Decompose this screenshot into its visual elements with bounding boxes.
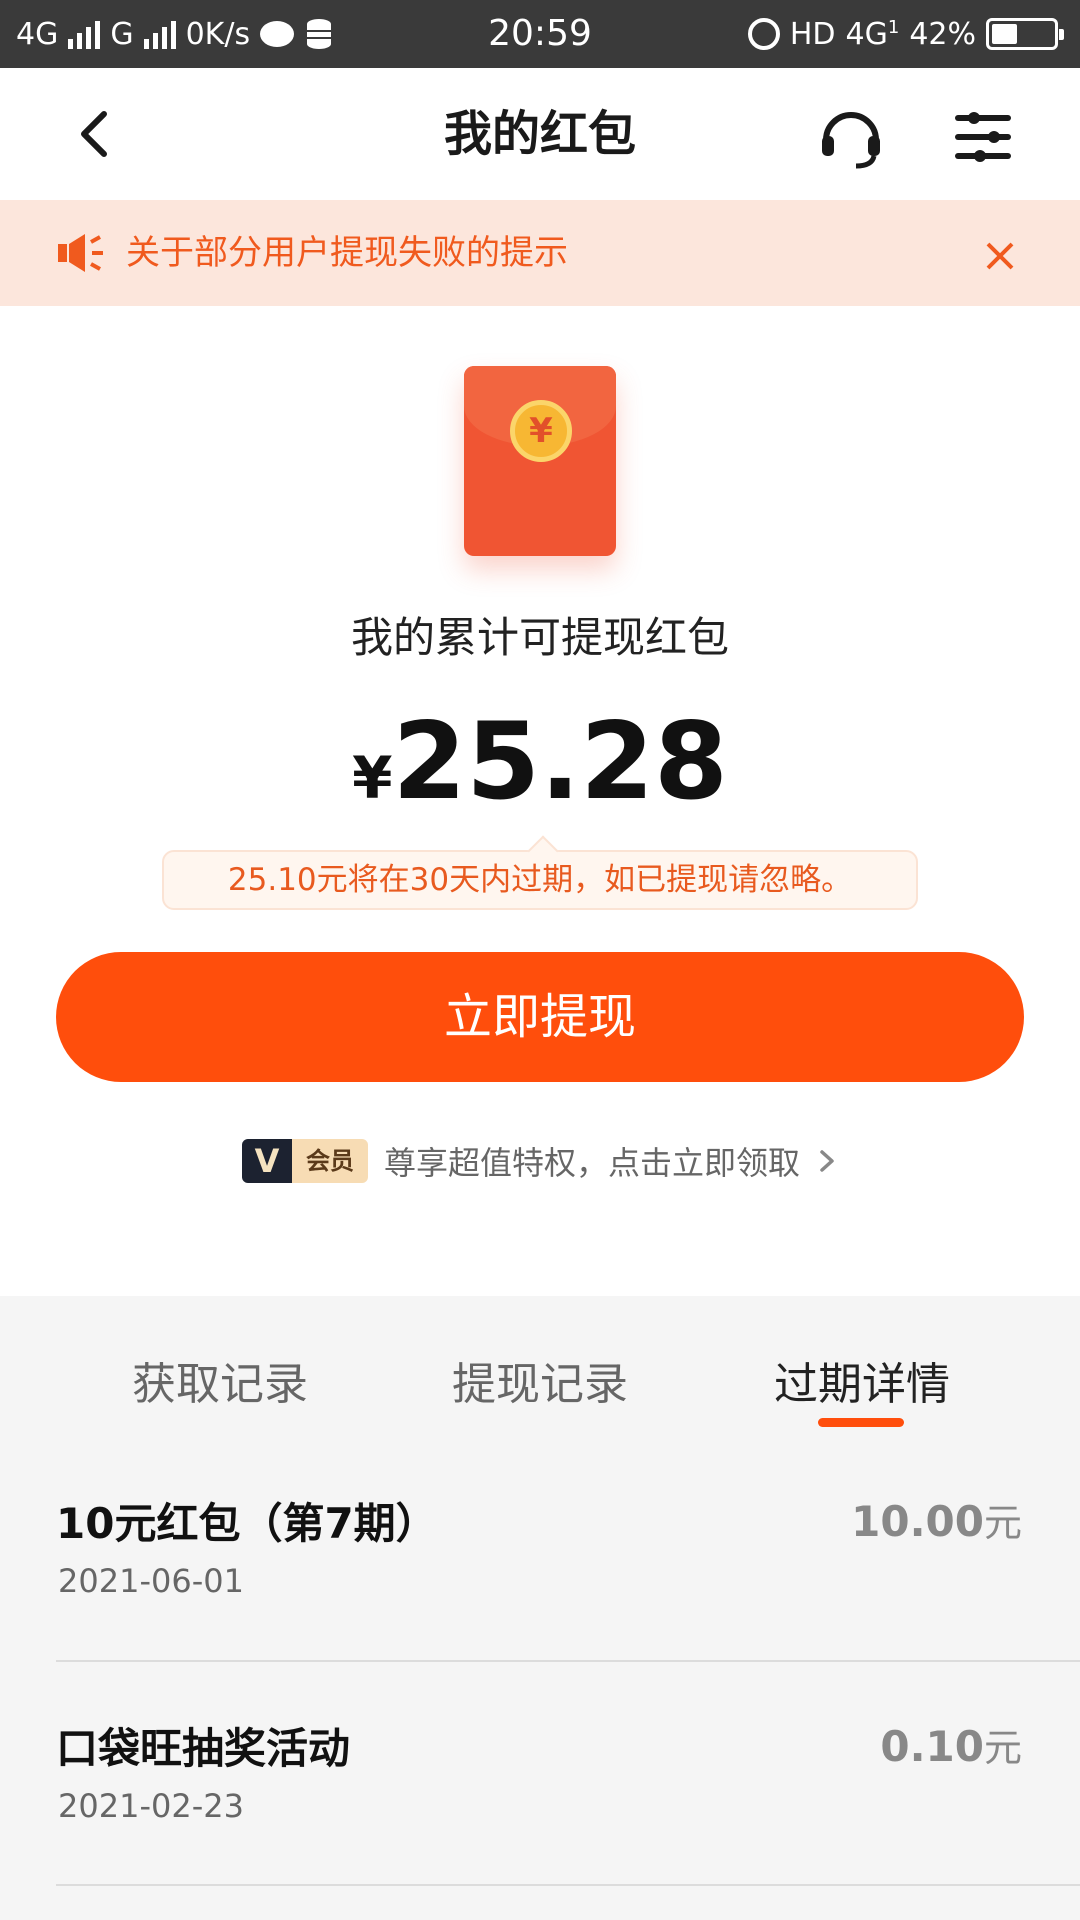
- tab-withdraw-records[interactable]: 提现记录: [420, 1348, 660, 1410]
- nav-header: 我的红包: [0, 68, 1080, 200]
- vip-badge-text: 会员: [291, 1139, 368, 1183]
- battery-fill: [992, 24, 1017, 44]
- tab-indicator: [818, 1418, 904, 1427]
- vip-promo[interactable]: V 会员 尊享超值特权，点击立即领取: [0, 1138, 1080, 1184]
- battery-icon: [986, 18, 1064, 50]
- record-amount: 10.00元: [851, 1497, 1022, 1546]
- record-date: 2021-02-23: [58, 1787, 244, 1825]
- amount-value: 25.28: [392, 700, 728, 823]
- divider: [56, 1660, 1080, 1662]
- vip-logo-icon: V: [241, 1139, 292, 1183]
- withdraw-button[interactable]: 立即提现: [56, 952, 1024, 1082]
- speaker-icon: [58, 234, 103, 272]
- notice-banner[interactable]: 关于部分用户提现失败的提示: [0, 200, 1080, 306]
- status-bar: 4G G 0K/s 20:59 HD 4G1 42%: [0, 0, 1080, 68]
- hd-label: HD: [789, 16, 836, 52]
- coin-icon: ¥: [510, 400, 572, 462]
- network-type-3: 4G1: [845, 16, 900, 52]
- alarm-icon: [747, 18, 780, 50]
- notice-text[interactable]: 关于部分用户提现失败的提示: [126, 200, 568, 306]
- expire-tip: 25.10元将在30天内过期，如已提现请忽略。: [162, 850, 918, 910]
- divider: [56, 1884, 1080, 1886]
- customer-service-icon[interactable]: [816, 102, 886, 172]
- total-label: 我的累计可提现红包: [350, 613, 729, 662]
- page-title: 我的红包: [443, 106, 636, 162]
- record-date: 2021-06-01: [58, 1562, 244, 1600]
- status-right: HD 4G1 42%: [747, 0, 1064, 68]
- record-amount: 0.10元: [880, 1722, 1022, 1771]
- total-amount: ¥25.28: [0, 700, 1080, 823]
- close-icon[interactable]: [984, 240, 1016, 272]
- record-title: 10元红包（第7期）: [56, 1499, 438, 1548]
- tab-earn-records[interactable]: 获取记录: [100, 1348, 340, 1410]
- vip-text[interactable]: 尊享超值特权，点击立即领取: [384, 1138, 800, 1184]
- battery-percent: 42%: [909, 16, 976, 52]
- red-envelope-icon: ¥: [464, 366, 616, 556]
- vip-badge: V 会员: [241, 1139, 368, 1183]
- filter-menu-icon[interactable]: [952, 106, 1014, 168]
- tab-expire-details[interactable]: 过期详情: [742, 1348, 982, 1410]
- chevron-right-icon[interactable]: [816, 1146, 838, 1176]
- currency-symbol: ¥: [352, 744, 393, 812]
- record-title: 口袋旺抽奖活动: [56, 1724, 351, 1773]
